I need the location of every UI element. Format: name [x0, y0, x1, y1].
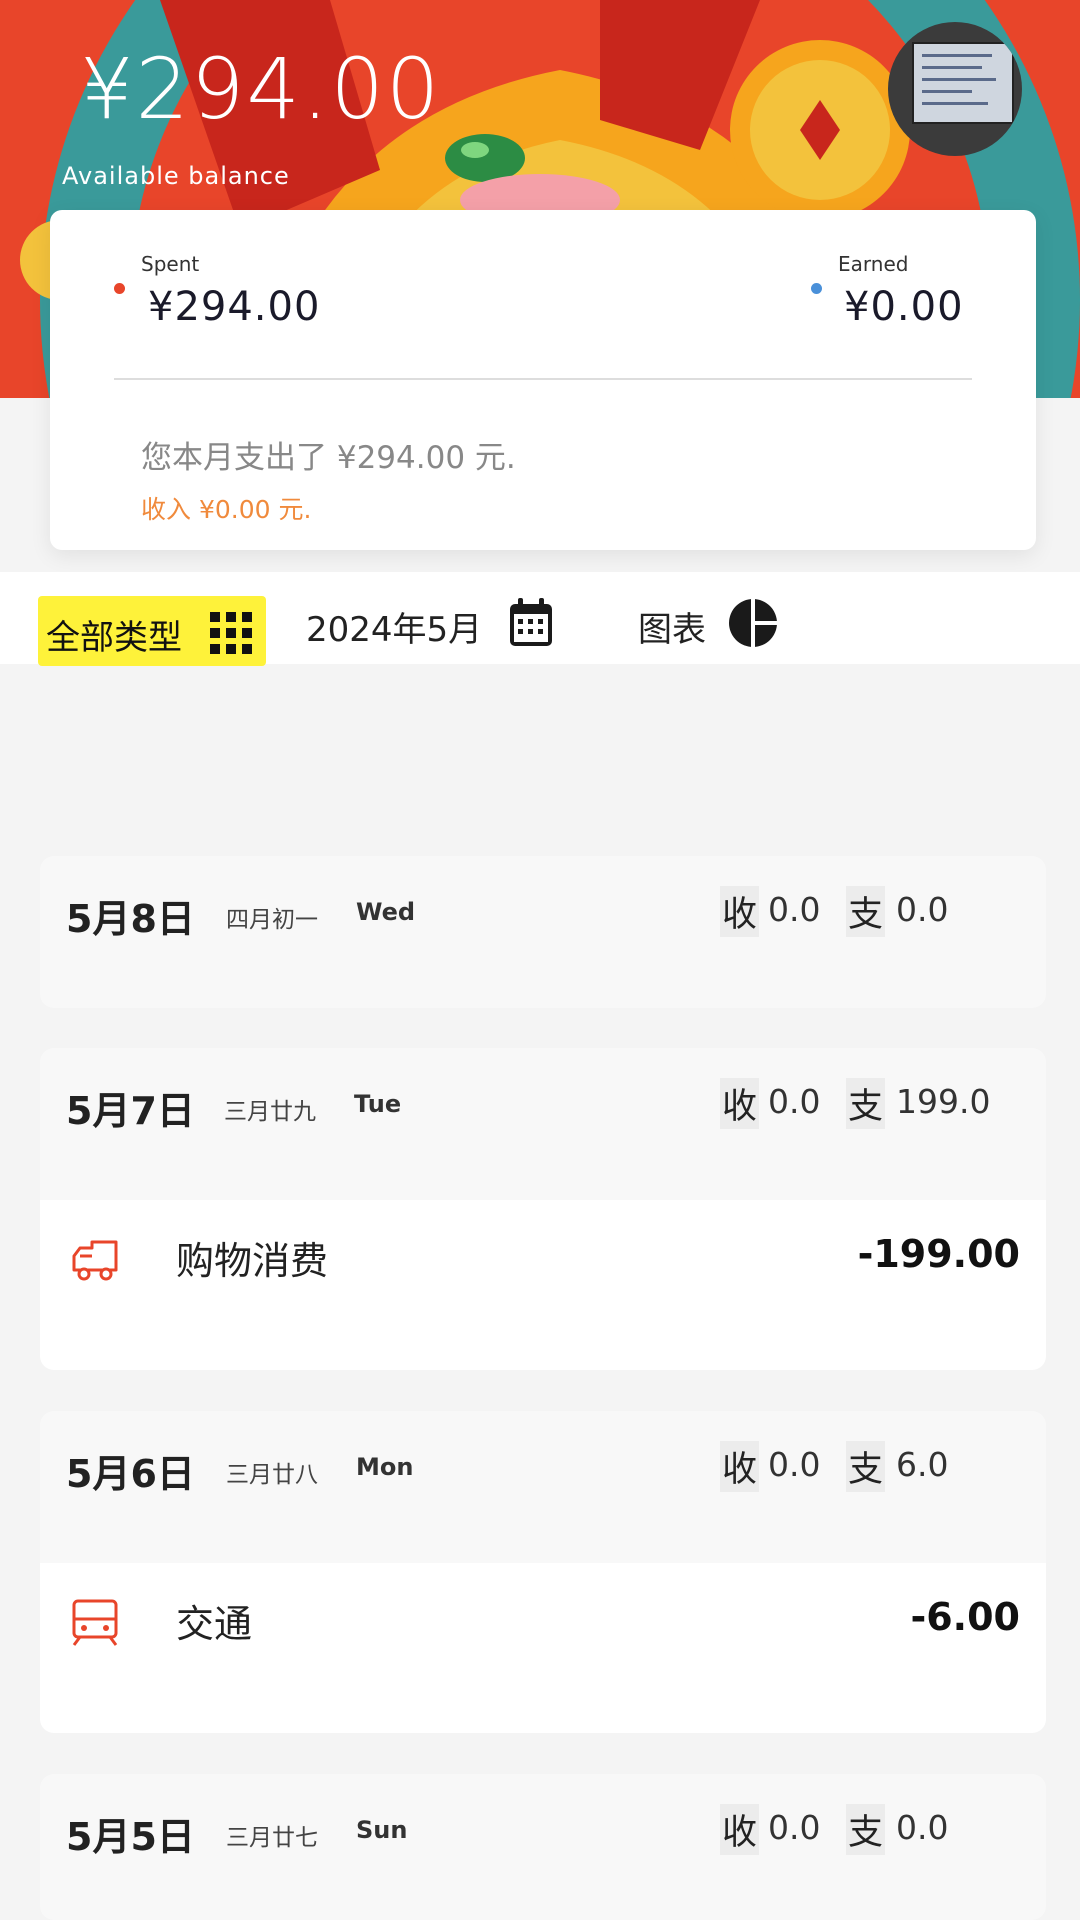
day-group: 5月8日 四月初一 Wed 收 0.0 支 0.0 [40, 856, 1046, 1008]
day-header: 5月7日 三月廿九 Tue 收 0.0 支 199.0 [40, 1048, 1046, 1200]
day-header: 5月6日 三月廿八 Mon 收 0.0 支 6.0 [40, 1411, 1046, 1563]
day-lunar-date: 三月廿七 [226, 1825, 318, 1851]
available-balance-label: Available balance [62, 162, 290, 190]
expense-tag: 支 [846, 1804, 886, 1855]
expense-tag: 支 [846, 1078, 886, 1129]
transaction-row[interactable]: 交通 -6.00 [40, 1563, 1046, 1733]
card-divider [114, 378, 972, 380]
day-weekday: Tue [354, 1090, 402, 1118]
pie-chart-icon[interactable] [728, 598, 778, 648]
user-avatar[interactable] [888, 22, 1022, 156]
day-weekday: Mon [356, 1453, 414, 1481]
earned-label: Earned [838, 252, 909, 276]
day-income: 0.0 [768, 1808, 821, 1847]
grid-icon [210, 612, 252, 654]
day-header: 5月5日 三月廿七 Sun 收 0.0 支 0.0 [40, 1774, 1046, 1920]
transaction-category: 购物消费 [176, 1239, 329, 1283]
earned-value: ¥0.00 [844, 284, 964, 330]
day-lunar-date: 三月廿八 [226, 1462, 318, 1488]
shopping-truck-icon [72, 1240, 118, 1281]
day-weekday: Wed [356, 898, 416, 926]
train-icon [72, 1599, 118, 1646]
avatar-photo [912, 42, 1014, 124]
day-expense: 199.0 [896, 1082, 991, 1121]
category-filter-button[interactable]: 全部类型 [38, 596, 266, 666]
month-spent-text: 您本月支出了 ¥294.00 元. [141, 440, 516, 476]
day-header: 5月8日 四月初一 Wed 收 0.0 支 0.0 [40, 856, 1046, 1008]
expense-tag: 支 [846, 1441, 886, 1492]
transaction-row[interactable]: 购物消费 -199.00 [40, 1200, 1046, 1370]
day-lunar-date: 四月初一 [226, 907, 318, 933]
spent-value: ¥294.00 [148, 284, 321, 330]
transaction-amount: -6.00 [910, 1595, 1020, 1639]
day-group: 5月5日 三月廿七 Sun 收 0.0 支 0.0 [40, 1774, 1046, 1920]
income-tag: 收 [720, 886, 760, 937]
income-tag: 收 [720, 1441, 760, 1492]
available-balance: ¥294.00 [80, 40, 442, 138]
month-income-text: 收入 ¥0.00 元. [141, 495, 312, 524]
day-date: 5月5日 [66, 1815, 195, 1859]
transaction-amount: -199.00 [857, 1232, 1020, 1276]
day-income: 0.0 [768, 890, 821, 929]
income-tag: 收 [720, 1078, 760, 1129]
transaction-category: 交通 [176, 1602, 253, 1646]
day-income: 0.0 [768, 1082, 821, 1121]
summary-card: Spent ¥294.00 Earned ¥0.00 您本月支出了 ¥294.0… [50, 210, 1036, 550]
spent-dot [114, 283, 125, 294]
income-tag: 收 [720, 1804, 760, 1855]
chart-button-label[interactable]: 图表 [638, 602, 706, 651]
day-expense: 0.0 [896, 1808, 949, 1847]
day-weekday: Sun [356, 1816, 408, 1844]
day-date: 5月8日 [66, 897, 195, 941]
earned-dot [811, 283, 822, 294]
month-selector[interactable]: 2024年5月 [306, 602, 482, 651]
day-date: 5月6日 [66, 1452, 195, 1496]
day-group: 5月6日 三月廿八 Mon 收 0.0 支 6.0 交通 -6.00 [40, 1411, 1046, 1733]
category-filter-label: 全部类型 [46, 618, 182, 658]
day-group: 5月7日 三月廿九 Tue 收 0.0 支 199.0 购物消费 -199.00 [40, 1048, 1046, 1370]
spent-label: Spent [141, 252, 200, 276]
day-income: 0.0 [768, 1445, 821, 1484]
day-date: 5月7日 [66, 1089, 195, 1133]
day-expense: 0.0 [896, 890, 949, 929]
calendar-icon[interactable] [508, 598, 554, 648]
day-expense: 6.0 [896, 1445, 949, 1484]
day-lunar-date: 三月廿九 [224, 1099, 316, 1125]
filter-bar: 全部类型 2024年5月 图表 [0, 572, 1080, 666]
expense-tag: 支 [846, 886, 886, 937]
